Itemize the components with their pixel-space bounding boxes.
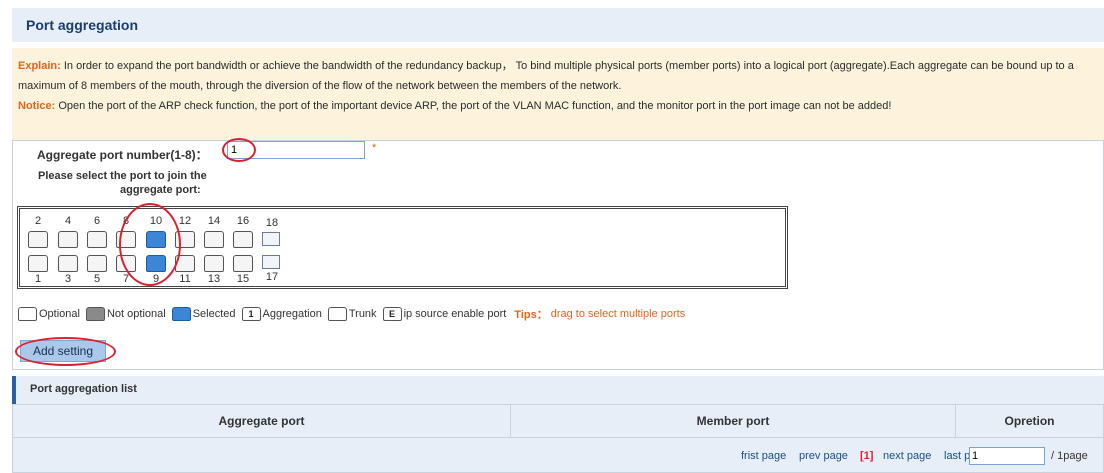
ip-source-port-icon: E — [382, 307, 402, 321]
port-4[interactable] — [58, 231, 78, 248]
legend-optional: Optional — [39, 308, 80, 320]
port-number-5: 5 — [93, 273, 101, 285]
port-number-11: 11 — [179, 273, 191, 285]
column-aggregate-port: Aggregate port — [13, 405, 511, 437]
page-title: Port aggregation — [26, 17, 139, 33]
explain-label: Explain: — [18, 60, 61, 72]
port-15[interactable] — [233, 255, 253, 272]
prev-page-link[interactable]: prev page — [799, 450, 848, 462]
port-17[interactable] — [262, 255, 280, 269]
port-number-15: 15 — [236, 273, 250, 285]
page-total: / 1page — [1051, 450, 1088, 462]
port-number-14: 14 — [207, 215, 221, 227]
explain-text: In order to expand the port bandwidth or… — [18, 60, 1074, 92]
port-6[interactable] — [87, 231, 107, 248]
legend-not-optional: Not optional — [106, 308, 166, 320]
table-header: Aggregate port Member port Opretion — [12, 404, 1104, 438]
port-number-1: 1 — [34, 273, 42, 285]
port-number-4: 4 — [64, 215, 72, 227]
port-5[interactable] — [87, 255, 107, 272]
port-legend: Optional Not optional Selected 1 Aggrega… — [16, 306, 685, 322]
column-member-port: Member port — [511, 405, 956, 437]
column-operation: Opretion — [1004, 414, 1055, 428]
notice-text: Open the port of the ARP check function,… — [58, 100, 892, 112]
explain-box: Explain: In order to expand the port ban… — [12, 48, 1104, 150]
explain-paragraph: Explain: In order to expand the port ban… — [18, 56, 1098, 96]
port-number-3: 3 — [64, 273, 72, 285]
port-number-12: 12 — [178, 215, 192, 227]
port-3[interactable] — [58, 255, 78, 272]
port-1[interactable] — [28, 255, 48, 272]
port-13[interactable] — [204, 255, 224, 272]
tips-text: drag to select multiple ports — [550, 308, 686, 320]
required-mark: * — [372, 142, 377, 154]
select-port-label-line1: Please select the port to join the — [38, 170, 207, 182]
optional-port-icon — [18, 307, 37, 321]
legend-selected: Selected — [192, 308, 236, 320]
first-page-link[interactable]: frist page — [741, 450, 786, 462]
annotation-circle-input — [222, 138, 256, 162]
port-16[interactable] — [233, 231, 253, 248]
port-14[interactable] — [204, 231, 224, 248]
port-18[interactable] — [262, 232, 280, 246]
notice-label: Notice: — [18, 100, 56, 112]
select-port-label-line2: aggregate port: — [120, 184, 201, 196]
port-2[interactable] — [28, 231, 48, 248]
port-number-17: 17 — [265, 271, 279, 283]
annotation-circle-ports — [119, 203, 181, 286]
port-aggregation-list-header: Port aggregation list — [12, 376, 1104, 404]
tips-label: Tips： — [514, 309, 548, 321]
list-title: Port aggregation list — [30, 383, 137, 395]
port-number-13: 13 — [207, 273, 221, 285]
annotation-circle-button — [15, 337, 116, 366]
port-number-18: 18 — [265, 217, 279, 229]
legend-trunk: Trunk — [348, 308, 377, 320]
legend-aggregation: Aggregation — [262, 308, 322, 320]
legend-ip-source: ip source enable port — [403, 308, 507, 320]
page-header: Port aggregation — [12, 8, 1104, 42]
port-number-2: 2 — [34, 215, 42, 227]
notice-paragraph: Notice: Open the port of the ARP check f… — [18, 96, 1098, 116]
aggregation-port-icon: 1 — [241, 307, 261, 321]
not-optional-port-icon — [85, 307, 105, 321]
trunk-port-icon — [327, 307, 347, 321]
current-page: [1] — [860, 450, 874, 462]
selected-port-icon — [171, 307, 191, 321]
pagination: frist page prev page [1] next page last … — [12, 438, 1104, 473]
port-number-6: 6 — [93, 215, 101, 227]
next-page-link[interactable]: next page — [883, 450, 931, 462]
aggregate-port-number-label: Aggregate port number(1-8)： — [37, 148, 208, 162]
port-number-16: 16 — [236, 215, 250, 227]
page-number-input[interactable] — [969, 447, 1045, 465]
